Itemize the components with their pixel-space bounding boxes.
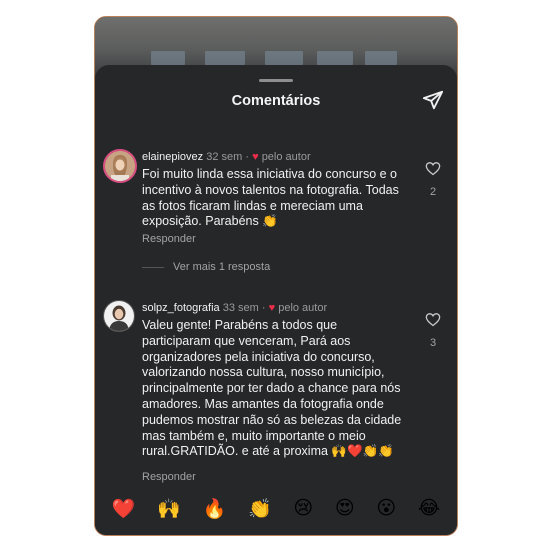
reaction-laughing[interactable]: 😂 [418,497,440,521]
comment-text: Foi muito linda essa iniciativa do concu… [142,167,399,229]
heart-outline-icon[interactable] [425,312,441,327]
like-button[interactable]: 3 [423,312,443,349]
send-icon[interactable] [422,89,444,111]
comments-modal: Comentários elainepiovez 32 sem · ♥ pelo… [94,16,458,536]
comment-username[interactable]: solpz_fotografia [142,302,220,314]
heart-filled-icon: ♥ [268,302,276,314]
reply-button[interactable]: Responder [142,471,196,483]
comment-username[interactable]: elainepiovez [142,151,203,163]
like-button[interactable]: 2 [423,161,443,198]
quick-reactions-bar: ❤️ 🙌 🔥 👏 😢 😍 😮 😂 [95,497,457,521]
liked-by-author: pelo autor [278,302,328,314]
reaction-surprised[interactable]: 😮 [376,497,396,521]
like-count: 3 [429,337,437,349]
like-count: 2 [429,186,437,198]
reaction-crying[interactable]: 😢 [293,497,313,521]
liked-by-author: pelo autor [261,151,311,163]
comment-text: Valeu gente! Parabéns a todos que partic… [142,318,402,459]
reply-button[interactable]: Responder [142,233,196,245]
reaction-clap[interactable]: 👏 [248,497,272,521]
reaction-raised-hands[interactable]: 🙌 [157,497,181,521]
sheet-title: Comentários [231,93,321,109]
reaction-fire[interactable]: 🔥 [203,497,227,521]
comment-meta: solpz_fotografia 33 sem · ♥ pelo autor [142,302,328,314]
view-more-replies[interactable]: Ver mais 1 resposta [173,261,270,273]
comment-time: 33 sem [222,302,259,314]
heart-outline-icon[interactable] [425,161,441,176]
reaction-heart-eyes[interactable]: 😍 [335,497,355,521]
reaction-heart[interactable]: ❤️ [112,497,136,521]
avatar[interactable] [103,149,137,183]
avatar[interactable] [103,300,135,332]
drag-handle[interactable] [259,79,293,82]
replies-divider [142,267,164,268]
comments-sheet: Comentários elainepiovez 32 sem · ♥ pelo… [95,65,457,535]
comment-meta: elainepiovez 32 sem · ♥ pelo autor [142,151,311,163]
heart-filled-icon: ♥ [252,151,259,163]
comment-time: 32 sem [206,151,243,163]
